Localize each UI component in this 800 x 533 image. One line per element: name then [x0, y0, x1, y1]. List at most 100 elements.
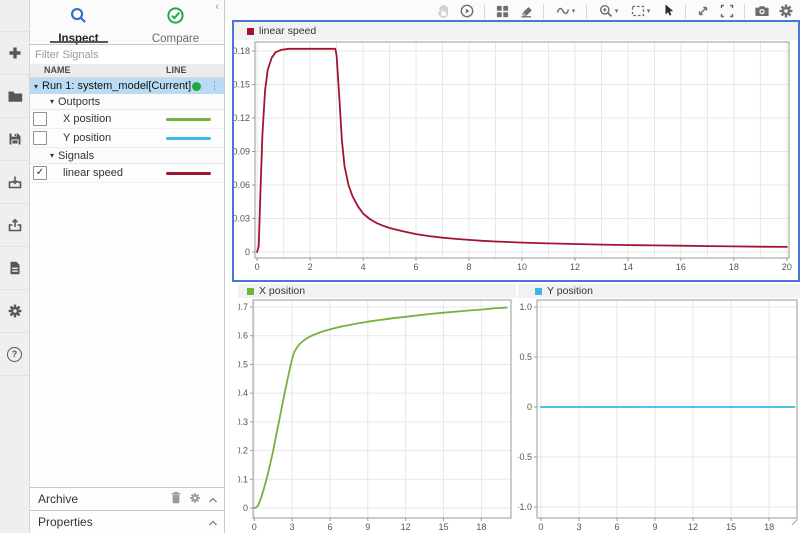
new-button[interactable] [0, 32, 29, 75]
gear-icon [778, 3, 794, 19]
svg-text:8: 8 [467, 262, 472, 272]
properties-bar[interactable]: Properties [30, 510, 224, 533]
archive-bar[interactable]: Archive [30, 487, 224, 510]
y-position-checkbox[interactable] [33, 131, 47, 145]
export-button[interactable] [0, 204, 29, 247]
x-position-chart-canvas[interactable]: 036912151800.10.20.30.40.50.60.7 [238, 284, 516, 533]
svg-text:15: 15 [438, 522, 448, 532]
x-position-checkbox[interactable] [33, 112, 47, 126]
tab-inspect[interactable]: Inspect [30, 0, 127, 44]
clear-plots-button[interactable] [515, 1, 537, 21]
left-toolbar: ? [0, 0, 30, 533]
signal-table-header: NAME LINE [30, 63, 224, 78]
bottom-panels: Archive Properties [30, 487, 224, 533]
legend-swatch [247, 288, 254, 295]
run-expander-icon[interactable]: ▾ [30, 82, 42, 91]
svg-text:14: 14 [623, 262, 633, 272]
run-label: Run 1: system_model[Current] [42, 80, 192, 92]
select-cursor-button[interactable] [657, 0, 679, 22]
y-position-plot[interactable]: Y position 03691215181.00.50-0.5-1.0 [518, 284, 800, 533]
y-position-chart-canvas[interactable]: 03691215181.00.50-0.5-1.0 [518, 284, 800, 533]
trash-icon[interactable] [170, 491, 182, 507]
svg-text:20: 20 [782, 262, 792, 272]
open-button[interactable] [0, 75, 29, 118]
fullscreen-button[interactable] [716, 1, 738, 21]
run-menu-icon[interactable]: ⋮ [209, 81, 220, 92]
floppy-icon [7, 131, 23, 147]
filter-signals-input[interactable] [30, 47, 224, 64]
properties-collapse-chevron-icon[interactable] [208, 515, 218, 529]
zoom-button[interactable]: ▾ [593, 1, 623, 21]
pan-button[interactable] [432, 1, 454, 21]
toolbar-separator [685, 4, 686, 19]
import-button[interactable] [0, 161, 29, 204]
svg-text:16: 16 [676, 262, 686, 272]
group-row-outports[interactable]: ▾ Outports [30, 94, 224, 110]
x-position-plot[interactable]: X position 036912151800.10.20.30.40.50.6… [238, 284, 516, 533]
svg-text:6: 6 [414, 262, 419, 272]
linear-speed-plot[interactable]: linear speed 0246810121416182000.030.060… [232, 20, 800, 282]
svg-text:18: 18 [764, 522, 774, 532]
signal-row-x-position[interactable]: X position [30, 110, 224, 129]
hand-icon [435, 3, 451, 19]
svg-text:0: 0 [243, 503, 248, 513]
document-icon [7, 260, 23, 276]
archive-settings-gear-icon[interactable] [189, 492, 201, 507]
group-row-signals[interactable]: ▾ Signals [30, 148, 224, 164]
signal-options-button[interactable]: ▾ [550, 1, 580, 21]
svg-text:10: 10 [517, 262, 527, 272]
tab-compare[interactable]: Compare [127, 0, 224, 44]
help-button[interactable]: ? [0, 333, 29, 376]
fit-view-icon [630, 3, 646, 19]
svg-text:9: 9 [365, 522, 370, 532]
svg-text:0.15: 0.15 [234, 80, 250, 90]
tab-active-underline [50, 41, 108, 43]
export-icon [7, 217, 23, 233]
gear-icon [7, 303, 23, 319]
svg-text:3: 3 [290, 522, 295, 532]
legend-label: linear speed [259, 25, 316, 37]
svg-text:0.7: 0.7 [238, 302, 248, 312]
preferences-button[interactable] [0, 290, 29, 333]
signal-row-linear-speed[interactable]: ✓ linear speed [30, 164, 224, 183]
svg-text:6: 6 [614, 522, 619, 532]
archive-collapse-chevron-icon[interactable] [208, 492, 218, 506]
replay-button[interactable] [456, 1, 478, 21]
simulation-data-inspector-window: ? Inspect Compare ‹ NAME LINE ▾ R [0, 0, 800, 533]
svg-text:0.4: 0.4 [238, 388, 248, 398]
group-expander-icon[interactable]: ▾ [46, 97, 58, 106]
group-expander-icon[interactable]: ▾ [46, 151, 58, 160]
name-column-header: NAME [30, 65, 166, 75]
linear-speed-checkbox[interactable]: ✓ [33, 166, 47, 180]
tab-compare-label: Compare [152, 33, 199, 45]
sidebar-tabs: Inspect Compare ‹ [30, 0, 224, 44]
group-label: Outports [58, 96, 100, 108]
span-plots-button[interactable] [692, 1, 714, 21]
svg-text:0.3: 0.3 [238, 417, 248, 427]
save-button[interactable] [0, 118, 29, 161]
linear-speed-line-swatch[interactable] [166, 172, 211, 175]
report-button[interactable] [0, 247, 29, 290]
collapse-sidebar-icon[interactable]: ‹ [212, 1, 222, 13]
toolbar-separator [543, 4, 544, 19]
chevron-down-icon: ▾ [615, 7, 619, 15]
properties-label: Properties [30, 515, 208, 529]
y-position-line-swatch[interactable] [166, 137, 211, 140]
toolbar-separator [484, 4, 485, 19]
subplot-layout-button[interactable] [491, 1, 513, 21]
toolbar-separator [586, 4, 587, 19]
fit-to-view-button[interactable]: ▾ [625, 1, 655, 21]
grid-layout-icon [495, 4, 510, 19]
x-position-line-swatch[interactable] [166, 118, 211, 121]
plot-settings-button[interactable] [775, 1, 797, 21]
resize-grip[interactable] [791, 513, 799, 531]
snapshot-button[interactable] [751, 1, 773, 21]
group-label: Signals [58, 150, 94, 162]
signal-row-y-position[interactable]: Y position [30, 129, 224, 148]
run-row[interactable]: ▾ Run 1: system_model[Current] ⋮ [30, 78, 224, 94]
svg-text:0.09: 0.09 [234, 147, 250, 157]
linear-speed-chart-canvas[interactable]: 0246810121416182000.030.060.090.120.150.… [234, 22, 794, 276]
svg-text:1.0: 1.0 [519, 302, 532, 312]
legend-label: X position [259, 285, 305, 297]
svg-text:0: 0 [252, 522, 257, 532]
